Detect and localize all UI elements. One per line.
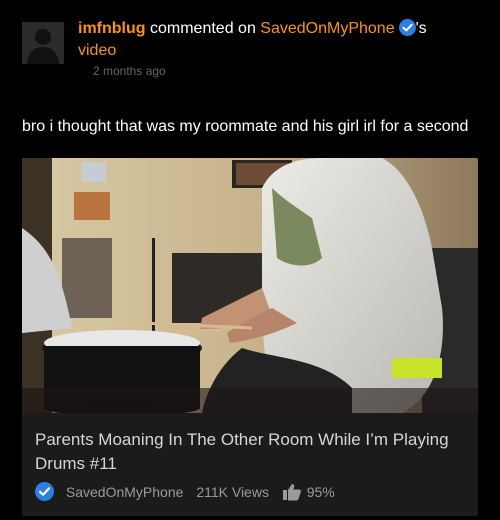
rating-percent: 95% bbox=[306, 483, 335, 500]
username-link[interactable]: imfnblug bbox=[78, 20, 146, 37]
video-title[interactable]: Parents Moaning In The Other Room While … bbox=[35, 428, 465, 476]
timestamp: 2 months ago bbox=[93, 64, 166, 78]
activity-item: imfnblug commented on SavedOnMyPhone 's v… bbox=[0, 0, 500, 520]
video-link[interactable]: video bbox=[78, 42, 116, 59]
video-meta: SavedOnMyPhone 211K Views 95% bbox=[35, 482, 335, 502]
possessive-text: 's bbox=[415, 20, 427, 37]
activity-header: imfnblug commented on SavedOnMyPhone 's v… bbox=[78, 18, 478, 62]
default-avatar-icon[interactable] bbox=[22, 22, 64, 64]
verified-badge-icon bbox=[35, 482, 54, 501]
comment-text: bro i thought that was my roommate and h… bbox=[22, 118, 469, 135]
action-text: commented on bbox=[150, 20, 256, 37]
view-count: 211K Views bbox=[196, 483, 269, 500]
thumbs-up-icon bbox=[282, 483, 301, 500]
target-user-link[interactable]: SavedOnMyPhone bbox=[260, 20, 394, 37]
channel-link[interactable]: SavedOnMyPhone bbox=[66, 484, 184, 500]
verified-badge-icon bbox=[398, 19, 416, 36]
video-card[interactable]: Parents Moaning In The Other Room While … bbox=[22, 158, 478, 516]
video-thumbnail[interactable] bbox=[22, 158, 478, 413]
